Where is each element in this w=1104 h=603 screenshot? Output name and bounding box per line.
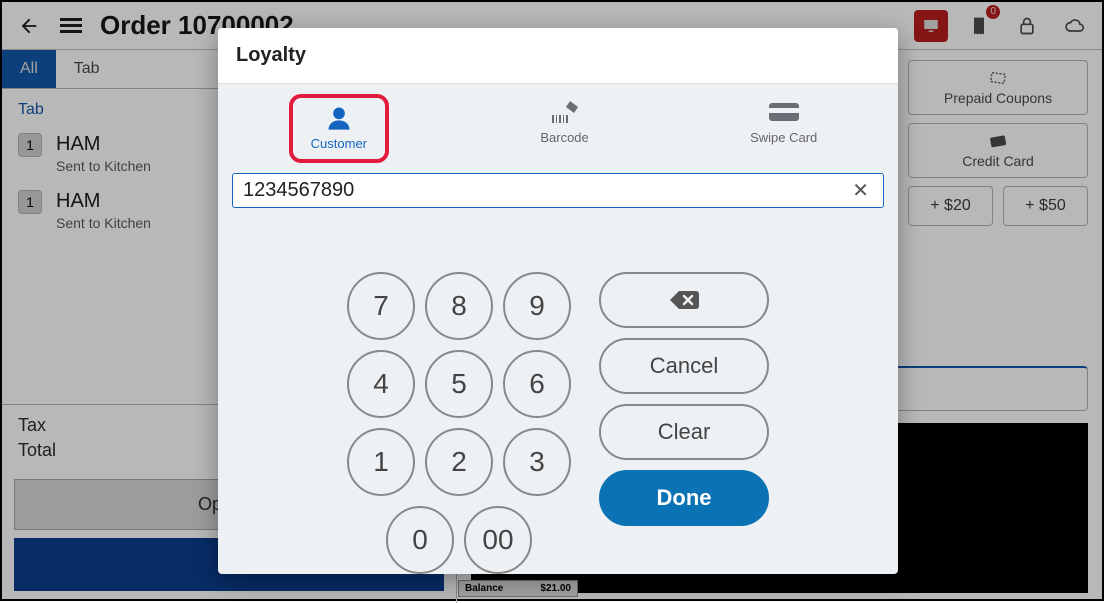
method-tab-customer[interactable]: Customer <box>301 100 377 155</box>
key-7[interactable]: 7 <box>347 272 415 340</box>
done-button[interactable]: Done <box>599 470 769 526</box>
key-8[interactable]: 8 <box>425 272 493 340</box>
key-5[interactable]: 5 <box>425 350 493 418</box>
keypad: 7 8 9 4 5 6 1 2 3 0 00 Cancel Clear Done <box>218 218 898 574</box>
modal-title: Loyalty <box>218 28 898 84</box>
key-9[interactable]: 9 <box>503 272 571 340</box>
loyalty-input[interactable] <box>243 179 848 202</box>
backspace-button[interactable] <box>599 272 769 328</box>
clear-input-icon[interactable]: ✕ <box>848 178 873 203</box>
key-1[interactable]: 1 <box>347 428 415 496</box>
loyalty-modal: Loyalty Customer Barcode Swipe Card ✕ <box>218 28 898 574</box>
loyalty-method-tabs: Customer Barcode Swipe Card <box>218 84 898 169</box>
key-2[interactable]: 2 <box>425 428 493 496</box>
method-tab-swipe[interactable]: Swipe Card <box>740 94 827 163</box>
key-3[interactable]: 3 <box>503 428 571 496</box>
loyalty-input-wrapper: ✕ <box>232 173 884 208</box>
person-icon <box>322 104 356 132</box>
key-6[interactable]: 6 <box>503 350 571 418</box>
barcode-scanner-icon <box>548 98 582 126</box>
clear-button[interactable]: Clear <box>599 404 769 460</box>
key-00[interactable]: 00 <box>464 506 532 574</box>
key-4[interactable]: 4 <box>347 350 415 418</box>
cancel-button[interactable]: Cancel <box>599 338 769 394</box>
card-icon <box>767 98 801 126</box>
method-tab-barcode[interactable]: Barcode <box>530 94 598 163</box>
customer-tab-highlight: Customer <box>289 94 389 163</box>
key-0[interactable]: 0 <box>386 506 454 574</box>
